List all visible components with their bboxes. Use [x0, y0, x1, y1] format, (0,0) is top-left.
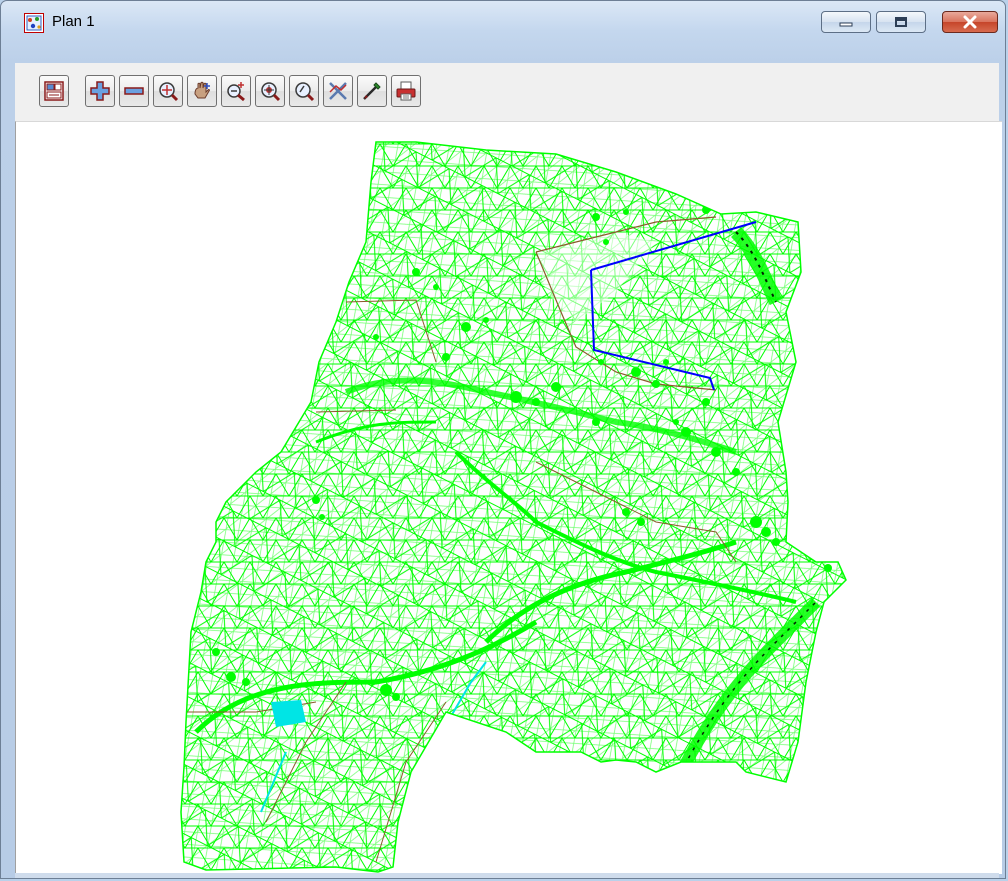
plan-window: Plan 1	[0, 0, 1006, 879]
cross-section-icon	[329, 82, 347, 100]
close-button[interactable]	[942, 11, 998, 33]
pick-style-icon	[363, 82, 381, 100]
restore-button[interactable]	[876, 11, 926, 33]
plot-plan-icon	[44, 81, 64, 101]
window-title: Plan 1	[52, 13, 95, 30]
zoom-out-minus-icon	[124, 87, 144, 95]
pan-hand-icon	[194, 81, 210, 99]
cross-section-button[interactable]	[323, 75, 353, 107]
zoom-centre-icon	[261, 82, 281, 102]
zoom-extent-icon	[159, 82, 179, 102]
search-icon	[295, 82, 315, 102]
zoom-out-minus-button[interactable]	[119, 75, 149, 107]
minimize-button[interactable]	[821, 11, 871, 33]
zoom-extent-button[interactable]	[153, 75, 183, 107]
minimize-icon	[839, 22, 853, 27]
zoom-window-icon	[227, 82, 245, 102]
plot-plan-button[interactable]	[39, 75, 69, 107]
zoom-in-plus-button[interactable]	[85, 75, 115, 107]
restore-icon	[895, 17, 907, 27]
print-button[interactable]	[391, 75, 421, 107]
plan-canvas[interactable]	[15, 121, 1002, 874]
zoom-centre-button[interactable]	[255, 75, 285, 107]
status-strip	[15, 873, 999, 878]
plan-view-icon	[24, 13, 44, 33]
pick-style-button[interactable]	[357, 75, 387, 107]
zoom-window-button[interactable]	[221, 75, 251, 107]
close-icon	[963, 15, 977, 29]
tin-mesh-drawing	[180, 141, 847, 873]
search-button[interactable]	[289, 75, 319, 107]
zoom-in-plus-icon	[90, 81, 110, 101]
title-bar[interactable]: Plan 1	[1, 1, 1005, 35]
pan-hand-button[interactable]	[187, 75, 217, 107]
print-icon	[396, 81, 416, 101]
